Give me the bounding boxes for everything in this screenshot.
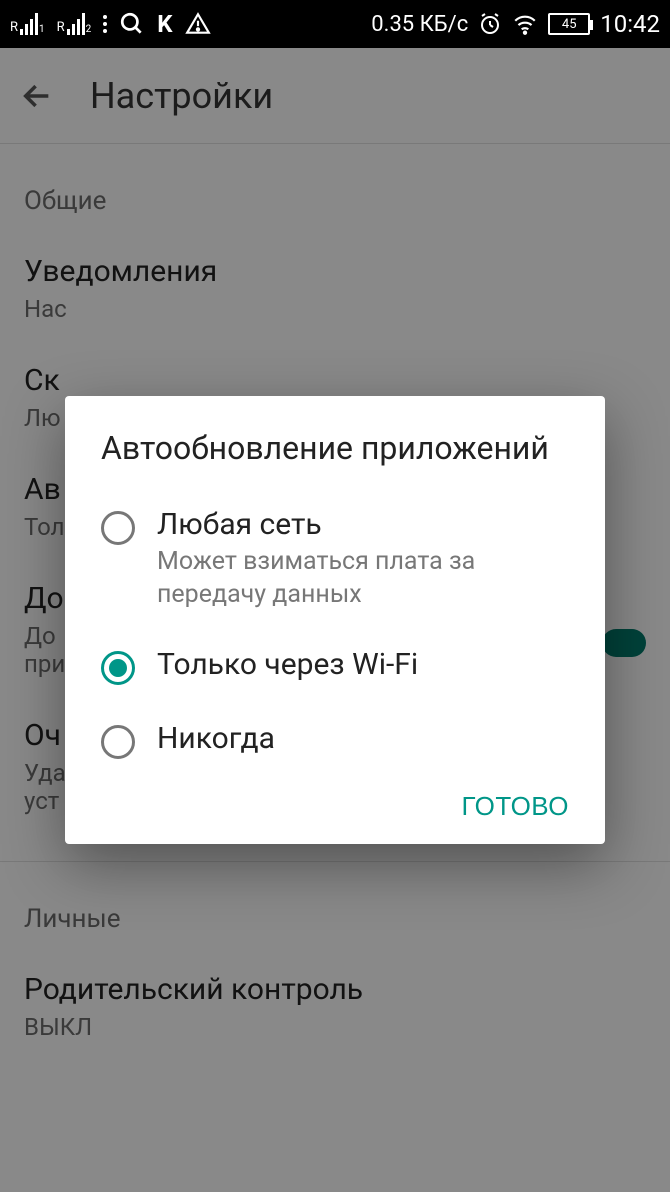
signal-icon-sim1: R 1: [10, 13, 45, 35]
k-icon: K: [157, 10, 172, 38]
radio-icon: [101, 511, 135, 545]
network-speed: 0.35 КБ/с: [371, 12, 468, 37]
radio-option-any-network[interactable]: Любая сеть Может взиматься плата за пере…: [65, 489, 605, 629]
radio-option-wifi-only[interactable]: Только через Wi-Fi: [65, 629, 605, 703]
radio-label: Только через Wi-Fi: [157, 647, 569, 682]
dialog-title: Автообновление приложений: [65, 428, 605, 470]
done-button[interactable]: ГОТОВО: [462, 791, 569, 822]
radio-icon: [101, 651, 135, 685]
alarm-icon: [478, 12, 502, 36]
radio-option-never[interactable]: Никогда: [65, 703, 605, 777]
radio-label: Любая сеть: [157, 507, 569, 542]
modal-overlay[interactable]: Автообновление приложений Любая сеть Мож…: [0, 48, 670, 1192]
status-bar: R 1 R 2 K 0.35 КБ/с 45 10:42: [0, 0, 670, 48]
radio-sublabel: Может взиматься плата за передачу данных: [157, 546, 569, 611]
warning-triangle-icon: [185, 11, 211, 37]
battery-icon: 45: [548, 13, 590, 35]
signal-icon-sim2: R 2: [57, 13, 92, 35]
autoupdate-dialog: Автообновление приложений Любая сеть Мож…: [65, 396, 605, 845]
radio-label: Никогда: [157, 721, 569, 756]
wifi-icon: [512, 11, 538, 37]
radio-icon: [101, 725, 135, 759]
search-icon: [119, 11, 145, 37]
more-dots-icon: [103, 15, 107, 33]
clock-time: 10:42: [600, 10, 660, 38]
